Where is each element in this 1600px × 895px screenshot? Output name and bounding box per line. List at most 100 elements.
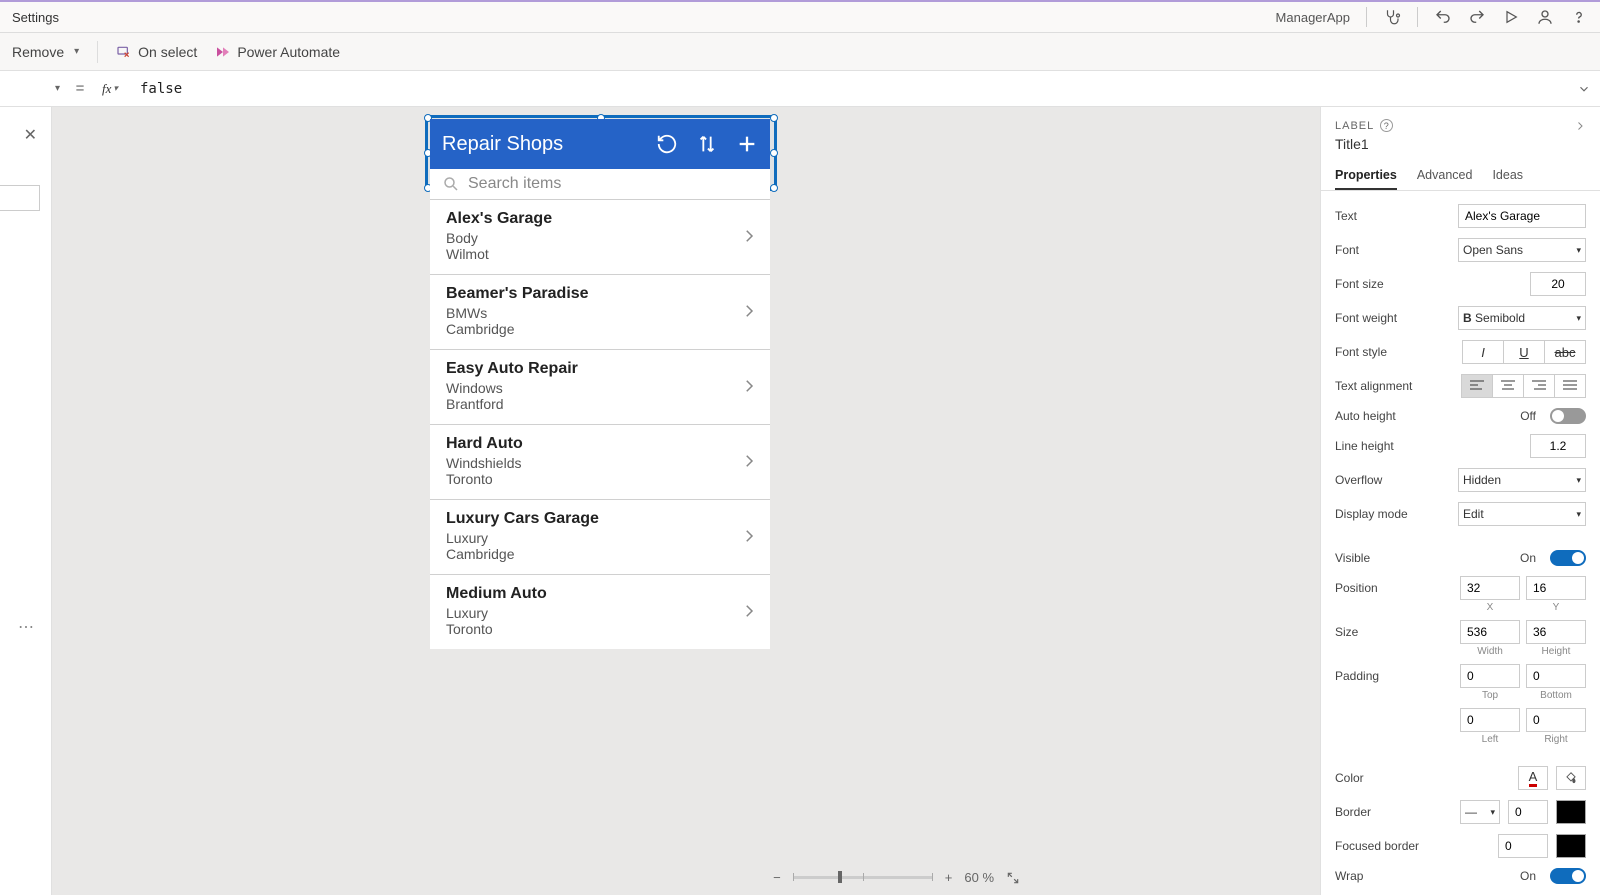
refresh-icon[interactable] <box>656 133 678 155</box>
item-title: Alex's Garage <box>446 210 552 228</box>
remove-button[interactable]: Remove▾ <box>12 44 79 60</box>
wrap-label: Wrap <box>1335 869 1512 883</box>
color-label: Color <box>1335 771 1510 785</box>
align-center-button[interactable] <box>1492 374 1524 398</box>
collapse-panel-icon[interactable] <box>1574 120 1586 132</box>
tab-ideas[interactable]: Ideas <box>1492 162 1523 190</box>
element-type-label: LABEL <box>1335 120 1374 132</box>
chevron-right-icon[interactable] <box>740 302 758 320</box>
expand-formula-icon[interactable] <box>1568 82 1600 96</box>
formula-input[interactable] <box>128 81 1568 97</box>
border-color-swatch[interactable] <box>1556 800 1586 824</box>
list-item[interactable]: Hard Auto Windshields Toronto <box>430 425 770 500</box>
wrap-toggle[interactable] <box>1550 868 1586 884</box>
list-item[interactable]: Easy Auto Repair Windows Brantford <box>430 350 770 425</box>
position-label: Position <box>1335 581 1452 595</box>
close-icon[interactable]: ✕ <box>24 125 37 145</box>
fontweight-select[interactable]: B Semibold▾ <box>1458 306 1586 330</box>
lineheight-label: Line height <box>1335 439 1522 453</box>
search-row[interactable]: Search items <box>430 169 770 200</box>
zoom-slider[interactable] <box>793 876 933 879</box>
more-icon[interactable]: ⋯ <box>18 617 36 637</box>
item-subtitle: Luxury <box>446 605 547 621</box>
text-label: Text <box>1335 209 1450 223</box>
fx-icon[interactable]: fx▾ <box>92 81 128 97</box>
focusborder-color-swatch[interactable] <box>1556 834 1586 858</box>
app-title[interactable]: Repair Shops <box>442 133 563 156</box>
person-icon[interactable] <box>1536 8 1554 26</box>
list-item[interactable]: Beamer's Paradise BMWs Cambridge <box>430 275 770 350</box>
item-body: Brantford <box>446 396 578 412</box>
help-icon[interactable] <box>1570 8 1588 26</box>
zoom-in-button[interactable]: + <box>945 870 953 885</box>
list-item[interactable]: Luxury Cars Garage Luxury Cambridge <box>430 500 770 575</box>
on-select-button[interactable]: On select <box>116 44 197 60</box>
overflow-label: Overflow <box>1335 473 1450 487</box>
list-item[interactable]: Alex's Garage Body Wilmot <box>430 200 770 275</box>
fontsize-input[interactable] <box>1530 272 1586 296</box>
fontsize-label: Font size <box>1335 277 1522 291</box>
power-automate-button[interactable]: Power Automate <box>215 44 340 60</box>
displaymode-select[interactable]: Edit▾ <box>1458 502 1586 526</box>
item-subtitle: Luxury <box>446 530 599 546</box>
chevron-right-icon[interactable] <box>740 527 758 545</box>
redo-icon[interactable] <box>1468 8 1486 26</box>
textalign-label: Text alignment <box>1335 379 1453 393</box>
zoom-out-button[interactable]: − <box>773 870 781 885</box>
border-width-input[interactable] <box>1508 800 1548 824</box>
font-label: Font <box>1335 243 1450 257</box>
text-input[interactable] <box>1458 204 1586 228</box>
fill-color-button[interactable] <box>1556 766 1586 790</box>
tab-properties[interactable]: Properties <box>1335 162 1397 190</box>
search-box[interactable] <box>0 185 40 211</box>
visible-label: Visible <box>1335 551 1512 565</box>
fullscreen-icon[interactable] <box>1006 871 1020 885</box>
padding-bottom-input[interactable] <box>1526 664 1586 688</box>
size-height-input[interactable] <box>1526 620 1586 644</box>
visible-toggle[interactable] <box>1550 550 1586 566</box>
item-body: Toronto <box>446 621 547 637</box>
padding-top-input[interactable] <box>1460 664 1520 688</box>
list-item[interactable]: Medium Auto Luxury Toronto <box>430 575 770 649</box>
item-title: Luxury Cars Garage <box>446 510 599 528</box>
underline-button[interactable]: U <box>1503 340 1545 364</box>
sort-icon[interactable] <box>696 133 718 155</box>
lineheight-input[interactable] <box>1530 434 1586 458</box>
align-justify-button[interactable] <box>1554 374 1586 398</box>
position-x-input[interactable] <box>1460 576 1520 600</box>
item-body: Cambridge <box>446 546 599 562</box>
padding-left-input[interactable] <box>1460 708 1520 732</box>
canvas[interactable]: Repair Shops Search items <box>52 107 1320 895</box>
border-label: Border <box>1335 805 1452 819</box>
align-right-button[interactable] <box>1523 374 1555 398</box>
play-icon[interactable] <box>1502 8 1520 26</box>
italic-button[interactable]: I <box>1462 340 1504 364</box>
border-style-select[interactable]: —▾ <box>1460 800 1500 824</box>
position-y-input[interactable] <box>1526 576 1586 600</box>
chevron-right-icon[interactable] <box>740 377 758 395</box>
size-width-input[interactable] <box>1460 620 1520 644</box>
padding-right-input[interactable] <box>1526 708 1586 732</box>
overflow-select[interactable]: Hidden▾ <box>1458 468 1586 492</box>
fontweight-label: Font weight <box>1335 311 1450 325</box>
chevron-right-icon[interactable] <box>740 227 758 245</box>
chevron-right-icon[interactable] <box>740 602 758 620</box>
title-bar: Settings ManagerApp <box>0 2 1600 33</box>
focusborder-width-input[interactable] <box>1498 834 1548 858</box>
autoheight-toggle[interactable] <box>1550 408 1586 424</box>
align-left-button[interactable] <box>1461 374 1493 398</box>
chevron-right-icon[interactable] <box>740 452 758 470</box>
info-icon[interactable]: ? <box>1380 119 1393 132</box>
tree-panel: ✕ ⋯ <box>0 107 52 895</box>
tab-advanced[interactable]: Advanced <box>1417 162 1473 190</box>
item-title: Medium Auto <box>446 585 547 603</box>
font-select[interactable]: Open Sans▾ <box>1458 238 1586 262</box>
settings-label[interactable]: Settings <box>12 10 59 25</box>
add-icon[interactable] <box>736 133 758 155</box>
stethoscope-icon[interactable] <box>1383 8 1401 26</box>
strike-button[interactable]: abc <box>1544 340 1586 364</box>
properties-panel: LABEL ? Title1 Properties Advanced Ideas… <box>1320 107 1600 895</box>
property-selector[interactable]: ▾ <box>0 76 68 102</box>
undo-icon[interactable] <box>1434 8 1452 26</box>
font-color-button[interactable]: A <box>1518 766 1548 790</box>
